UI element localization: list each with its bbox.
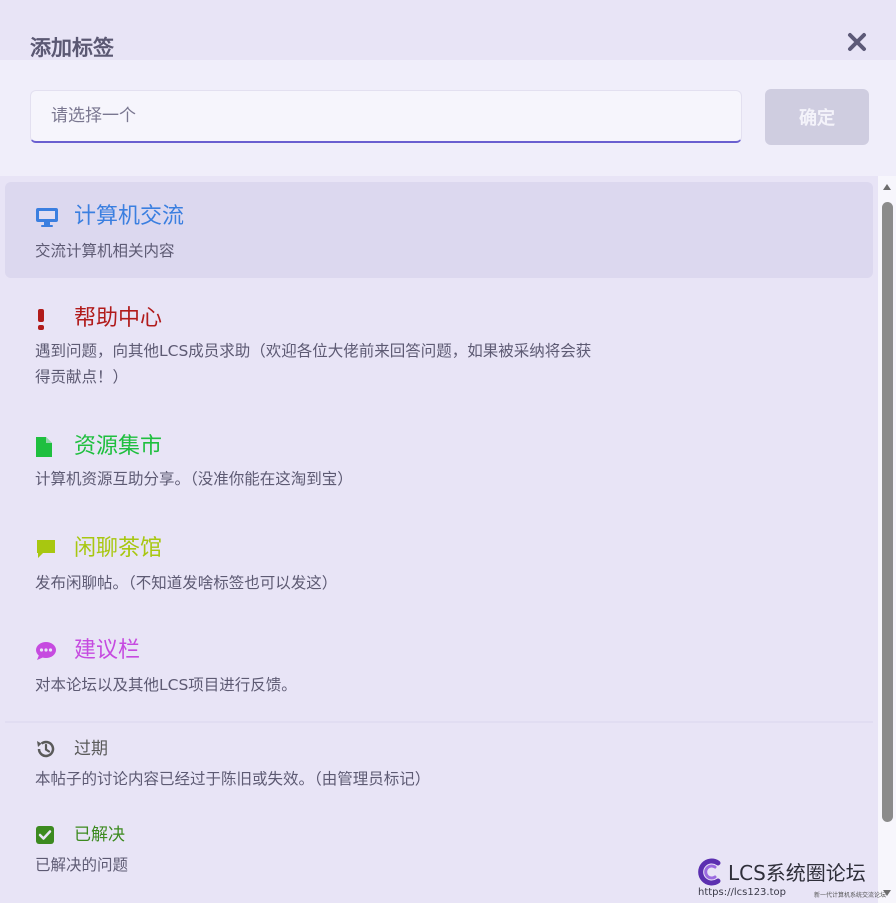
scroll-up-arrow-icon[interactable] (882, 182, 892, 192)
close-button[interactable] (845, 30, 869, 54)
tag-item-chat[interactable]: 闲聊茶馆 发布闲聊帖。（不知道发啥标签也可以发这） (5, 518, 873, 604)
tag-item-resources[interactable]: 资源集市 计算机资源互助分享。（没准你能在这淘到宝） (5, 414, 873, 500)
confirm-button[interactable]: 确定 (765, 89, 869, 145)
tag-name: 计算机交流 (74, 204, 185, 229)
tag-name: 已解决 (74, 825, 125, 845)
exclamation-icon (35, 307, 59, 331)
file-icon (35, 435, 59, 459)
tag-item-help[interactable]: 帮助中心 遇到问题，向其他LCS成员求助（欢迎各位大佬前来回答问题，如果被采纳将… (5, 284, 873, 394)
tag-name: 过期 (74, 739, 108, 759)
comment-icon (35, 537, 59, 561)
add-tag-dialog: 添加标签 确定 计算机交流 交流计算机相关内容 (0, 0, 896, 903)
tag-search-input[interactable] (30, 90, 742, 143)
tag-description: 发布闲聊帖。（不知道发啥标签也可以发这） (35, 574, 338, 592)
list-scrollbar[interactable] (878, 176, 896, 903)
tag-description: 本帖子的讨论内容已经过于陈旧或失效。（由管理员标记） (35, 770, 431, 788)
watermark-url: https://lcs123.top (698, 887, 786, 898)
history-icon (35, 737, 59, 761)
tag-item-suggestions[interactable]: 建议栏 对本论坛以及其他LCS项目进行反馈。 (5, 620, 873, 706)
comment-dots-icon (35, 639, 59, 663)
tag-description: 计算机资源互助分享。（没准你能在这淘到宝） (35, 470, 353, 488)
tag-description: 对本论坛以及其他LCS项目进行反馈。 (35, 676, 297, 694)
tag-item-computer[interactable]: 计算机交流 交流计算机相关内容 (5, 182, 873, 278)
scrollbar-thumb[interactable] (882, 202, 893, 822)
tag-description: 已解决的问题 (35, 856, 129, 874)
tag-description: 遇到问题，向其他LCS成员求助（欢迎各位大佬前来回答问题，如果被采纳将会获得贡献… (35, 342, 592, 386)
tag-name: 闲聊茶馆 (74, 536, 163, 561)
watermark-title: LCS系统圈论坛 (728, 861, 866, 885)
tag-item-expired[interactable]: 过期 本帖子的讨论内容已经过于陈旧或失效。（由管理员标记） (5, 726, 873, 804)
close-icon (848, 33, 866, 51)
tag-name: 帮助中心 (74, 306, 163, 331)
tag-list: 计算机交流 交流计算机相关内容 帮助中心 遇到问题，向其他LCS成员求助（欢迎各… (0, 176, 878, 903)
tag-name: 资源集市 (74, 434, 163, 459)
site-watermark: LCS系统圈论坛 https://lcs123.top 新一代计算机系统交流论坛 (694, 855, 896, 903)
check-square-icon (35, 823, 59, 847)
desktop-icon (35, 205, 59, 229)
lcs-logo-icon (698, 858, 721, 886)
list-divider (5, 721, 873, 723)
watermark-slogan: 新一代计算机系统交流论坛 (814, 892, 887, 899)
tag-description: 交流计算机相关内容 (35, 242, 175, 260)
dialog-title: 添加标签 (30, 36, 114, 60)
tag-name: 建议栏 (74, 638, 141, 663)
